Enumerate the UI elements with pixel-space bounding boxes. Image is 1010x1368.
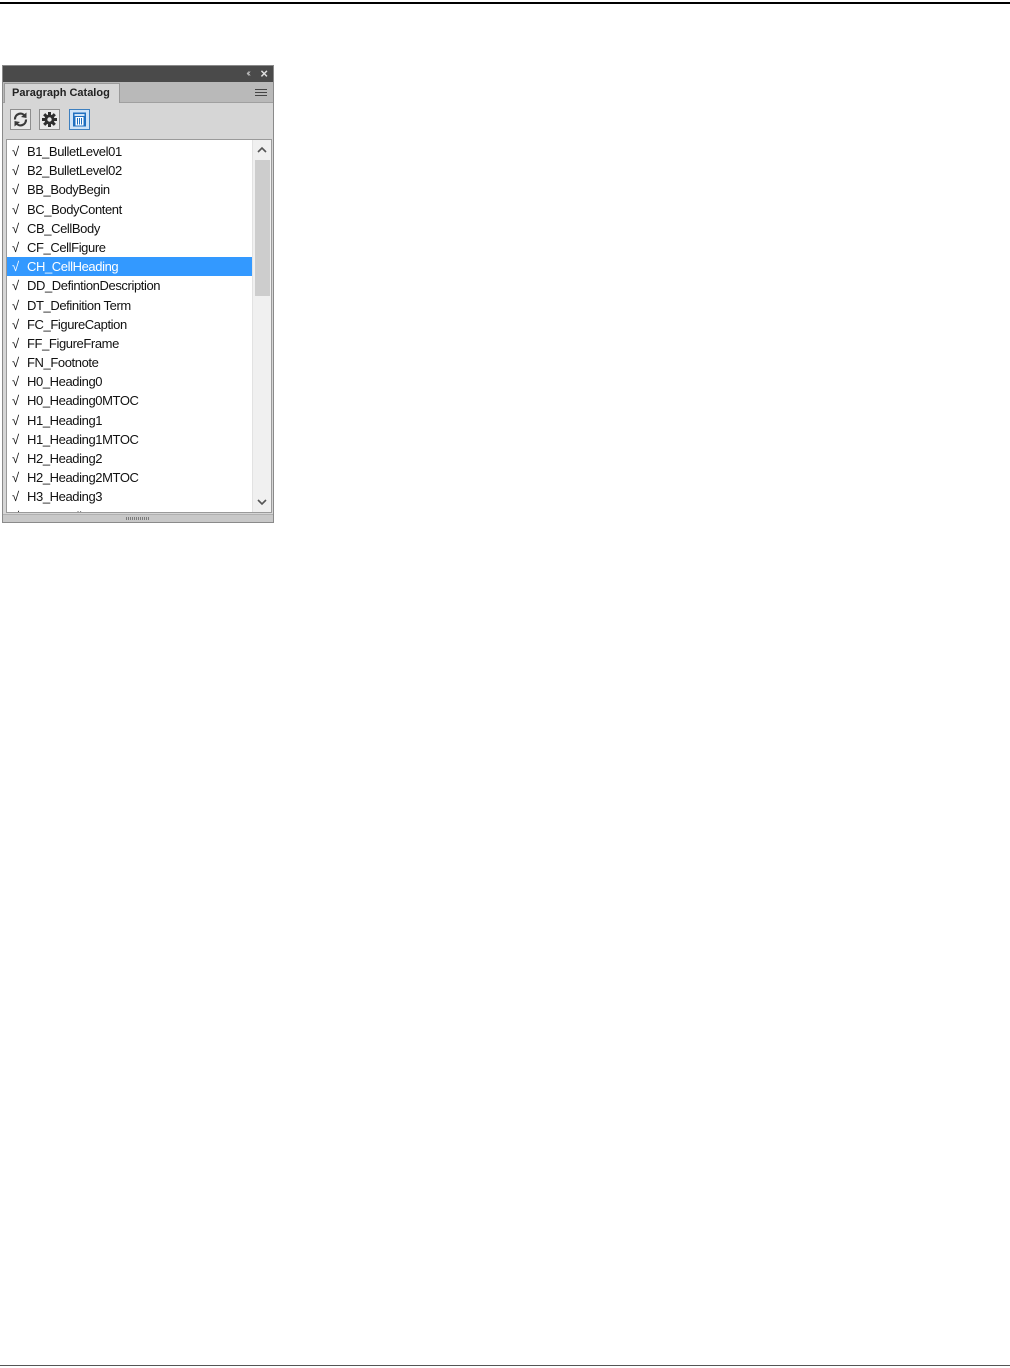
list-item[interactable]: √ H3_Heading3	[7, 487, 255, 506]
paragraph-catalog-panel: ‹‹ × Paragraph Catalog √ B1_BulletLevel0…	[2, 65, 274, 523]
page-bottom-rule	[0, 1365, 1010, 1366]
list-item-label: DT_Definition Term	[27, 297, 131, 313]
list-item-label: H2_Heading2MTOC	[27, 470, 139, 486]
list-item[interactable]: √ FN_Footnote	[7, 353, 255, 372]
list-item[interactable]: √H3_Heading3Extra	[7, 507, 255, 512]
checkmark-icon: √	[12, 163, 19, 179]
list-item-label: CB_CellBody	[27, 220, 100, 236]
panel-menu-icon[interactable]	[255, 89, 267, 97]
list-item-label: H1_Heading1	[27, 412, 103, 428]
list-item[interactable]: √ DD_DefintionDescription	[7, 276, 255, 295]
panel-tab-row: Paragraph Catalog	[3, 82, 273, 103]
list-item-label: FC_FigureCaption	[27, 316, 127, 332]
list-item-label: FN_Footnote	[27, 355, 99, 371]
tab-paragraph-catalog[interactable]: Paragraph Catalog	[4, 83, 120, 103]
checkmark-icon: √	[12, 489, 19, 505]
panel-toolbar	[3, 103, 273, 137]
list-item-label: H2_Heading2	[27, 451, 103, 466]
list-item-label: H3_Heading3	[27, 489, 103, 505]
checkmark-icon: √	[12, 393, 19, 409]
list-item[interactable]: √ H0_Heading0MTOC	[7, 391, 255, 410]
delete-icon	[73, 112, 86, 127]
checkmark-icon: √	[12, 335, 19, 351]
grip-lines	[126, 517, 150, 520]
scroll-thumb[interactable]	[255, 160, 270, 296]
panel-resize-grip[interactable]	[3, 514, 273, 522]
checkmark-icon: √	[12, 374, 19, 390]
list-item[interactable]: √ H1_Heading1	[7, 411, 255, 430]
refresh-button[interactable]	[10, 109, 31, 130]
checkmark-icon: √	[12, 182, 19, 198]
list-item-label: DD_DefintionDescription	[27, 278, 161, 294]
panel-titlebar[interactable]: ‹‹ ×	[3, 66, 273, 82]
list-item-label: FF_FigureFrame	[27, 335, 119, 351]
list-item-label: CH_CellHeading	[27, 259, 119, 275]
list-item-label: B1_BulletLevel01	[27, 144, 122, 159]
checkmark-icon: √	[12, 201, 19, 217]
close-icon[interactable]: ×	[260, 66, 268, 82]
scroll-down-button[interactable]	[253, 494, 271, 511]
list-item[interactable]: √ BC_BodyContent	[7, 200, 255, 219]
list-item-label: H1_Heading1MTOC	[27, 431, 139, 447]
list-item-label: B2_BulletLevel02	[27, 163, 122, 179]
checkmark-icon: √	[12, 239, 19, 255]
checkmark-icon: √	[12, 412, 19, 428]
list-item-label: H0_Heading0	[27, 374, 103, 390]
checkmark-icon: √	[12, 451, 19, 466]
chevron-down-icon	[257, 499, 267, 506]
checkmark-icon: √	[12, 220, 19, 236]
list-item[interactable]: √ B1_BulletLevel01	[7, 142, 255, 161]
checkmark-icon: √	[12, 297, 19, 313]
list-item-label: H0_Heading0MTOC	[27, 393, 139, 409]
list-item-label: H3_Heading3Extra	[27, 509, 131, 512]
chevron-up-icon	[257, 146, 267, 153]
page-top-rule	[0, 2, 1010, 4]
list-item[interactable]: √ BB_BodyBegin	[7, 180, 255, 199]
scroll-up-button[interactable]	[253, 141, 271, 158]
checkmark-icon: √	[12, 507, 27, 512]
list-item[interactable]: √ B2_BulletLevel02	[7, 161, 255, 180]
list-item[interactable]: √ H2_Heading2	[7, 449, 255, 468]
delete-button[interactable]	[69, 109, 90, 130]
list-item[interactable]: √ H0_Heading0	[7, 372, 255, 391]
list-item[interactable]: √ FC_FigureCaption	[7, 315, 255, 334]
list-item[interactable]: √ CB_CellBody	[7, 219, 255, 238]
refresh-icon	[13, 112, 28, 127]
list-item-label: CF_CellFigure	[27, 239, 106, 255]
list-item[interactable]: √ FF_FigureFrame	[7, 334, 255, 353]
checkmark-icon: √	[12, 278, 19, 294]
list-item[interactable]: √ H1_Heading1MTOC	[7, 430, 255, 449]
gear-icon	[42, 112, 57, 127]
list-item[interactable]: √ H2_Heading2MTOC	[7, 468, 255, 487]
list-item[interactable]: √ DT_Definition Term	[7, 296, 255, 315]
vertical-scrollbar[interactable]	[252, 140, 271, 512]
collapse-icon[interactable]: ‹‹	[246, 67, 250, 81]
checkmark-icon: √	[12, 431, 19, 447]
list-item-label: BB_BodyBegin	[27, 182, 110, 198]
checkmark-icon: √	[12, 259, 19, 275]
checkmark-icon: √	[12, 470, 19, 486]
settings-button[interactable]	[39, 109, 60, 130]
list-items: √ B1_BulletLevel01 √ B2_BulletLevel02 √ BB_Bo…	[7, 142, 255, 512]
list-item[interactable]: √ CF_CellFigure	[7, 238, 255, 257]
paragraph-format-list[interactable]: √ B1_BulletLevel01 √ B2_BulletLevel02 √ BB_Bo…	[6, 139, 272, 513]
checkmark-icon: √	[12, 144, 19, 159]
list-item-label: BC_BodyContent	[27, 201, 122, 217]
list-item[interactable]: √ CH_CellHeading	[7, 257, 255, 277]
checkmark-icon: √	[12, 355, 19, 371]
checkmark-icon: √	[12, 316, 19, 332]
